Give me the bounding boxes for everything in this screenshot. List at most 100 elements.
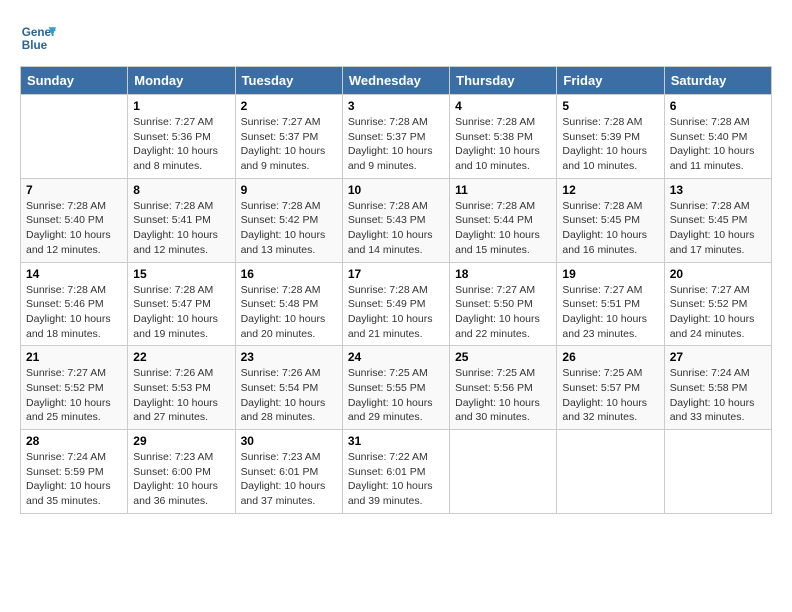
calendar-cell: 2 Sunrise: 7:27 AM Sunset: 5:37 PM Daylig… <box>235 95 342 179</box>
calendar-cell <box>21 95 128 179</box>
day-number: 1 <box>133 99 229 113</box>
day-info: Sunrise: 7:25 AM Sunset: 5:55 PM Dayligh… <box>348 366 444 425</box>
day-info: Sunrise: 7:27 AM Sunset: 5:36 PM Dayligh… <box>133 115 229 174</box>
day-info: Sunrise: 7:28 AM Sunset: 5:47 PM Dayligh… <box>133 283 229 342</box>
day-info: Sunrise: 7:28 AM Sunset: 5:44 PM Dayligh… <box>455 199 551 258</box>
day-number: 15 <box>133 267 229 281</box>
day-number: 10 <box>348 183 444 197</box>
day-number: 11 <box>455 183 551 197</box>
svg-text:Blue: Blue <box>22 39 48 52</box>
day-info: Sunrise: 7:28 AM Sunset: 5:48 PM Dayligh… <box>241 283 337 342</box>
calendar-cell: 13Sunrise: 7:28 AM Sunset: 5:45 PM Dayli… <box>664 178 771 262</box>
day-number: 4 <box>455 99 551 113</box>
calendar-cell: 14 Sunrise: 7:28 AM Sunset: 5:46 PM Dayli… <box>21 262 128 346</box>
day-number: 14 <box>26 267 122 281</box>
day-info: Sunrise: 7:25 AM Sunset: 5:57 PM Dayligh… <box>562 366 658 425</box>
day-number: 18 <box>455 267 551 281</box>
day-info: Sunrise: 7:23 AM Sunset: 6:01 PM Dayligh… <box>241 450 337 509</box>
day-info: Sunrise: 7:28 AM Sunset: 5:43 PM Dayligh… <box>348 199 444 258</box>
day-number: 20 <box>670 267 766 281</box>
calendar-cell: 5 Sunrise: 7:28 AM Sunset: 5:39 PM Daylig… <box>557 95 664 179</box>
calendar-cell: 1 Sunrise: 7:27 AM Sunset: 5:36 PM Daylig… <box>128 95 235 179</box>
day-number: 19 <box>562 267 658 281</box>
calendar-cell <box>450 430 557 514</box>
day-info: Sunrise: 7:25 AM Sunset: 5:56 PM Dayligh… <box>455 366 551 425</box>
day-number: 17 <box>348 267 444 281</box>
day-info: Sunrise: 7:27 AM Sunset: 5:52 PM Dayligh… <box>670 283 766 342</box>
calendar-cell: 18 Sunrise: 7:27 AM Sunset: 5:50 PM Dayli… <box>450 262 557 346</box>
day-info: Sunrise: 7:26 AM Sunset: 5:54 PM Dayligh… <box>241 366 337 425</box>
calendar-cell: 6 Sunrise: 7:28 AM Sunset: 5:40 PM Daylig… <box>664 95 771 179</box>
day-info: Sunrise: 7:28 AM Sunset: 5:45 PM Dayligh… <box>562 199 658 258</box>
calendar-cell: 23 Sunrise: 7:26 AM Sunset: 5:54 PM Dayli… <box>235 346 342 430</box>
weekday-header-thursday: Thursday <box>450 67 557 95</box>
calendar-cell: 20 Sunrise: 7:27 AM Sunset: 5:52 PM Dayli… <box>664 262 771 346</box>
day-number: 2 <box>241 99 337 113</box>
day-info: Sunrise: 7:24 AM Sunset: 5:59 PM Dayligh… <box>26 450 122 509</box>
day-info: Sunrise: 7:24 AM Sunset: 5:58 PM Dayligh… <box>670 366 766 425</box>
day-number: 5 <box>562 99 658 113</box>
day-number: 30 <box>241 434 337 448</box>
day-info: Sunrise: 7:27 AM Sunset: 5:50 PM Dayligh… <box>455 283 551 342</box>
calendar-cell: 21 Sunrise: 7:27 AM Sunset: 5:52 PM Dayli… <box>21 346 128 430</box>
day-number: 21 <box>26 350 122 364</box>
weekday-header-tuesday: Tuesday <box>235 67 342 95</box>
calendar-week-1: 1 Sunrise: 7:27 AM Sunset: 5:36 PM Daylig… <box>21 95 772 179</box>
day-number: 8 <box>133 183 229 197</box>
day-info: Sunrise: 7:28 AM Sunset: 5:46 PM Dayligh… <box>26 283 122 342</box>
calendar-cell: 16 Sunrise: 7:28 AM Sunset: 5:48 PM Dayli… <box>235 262 342 346</box>
calendar-cell: 28 Sunrise: 7:24 AM Sunset: 5:59 PM Dayli… <box>21 430 128 514</box>
day-number: 27 <box>670 350 766 364</box>
calendar-cell: 29Sunrise: 7:23 AM Sunset: 6:00 PM Dayli… <box>128 430 235 514</box>
calendar-cell: 27 Sunrise: 7:24 AM Sunset: 5:58 PM Dayli… <box>664 346 771 430</box>
calendar-cell: 15 Sunrise: 7:28 AM Sunset: 5:47 PM Dayli… <box>128 262 235 346</box>
calendar-cell: 26 Sunrise: 7:25 AM Sunset: 5:57 PM Dayli… <box>557 346 664 430</box>
calendar-week-2: 7Sunrise: 7:28 AM Sunset: 5:40 PM Daylig… <box>21 178 772 262</box>
day-info: Sunrise: 7:28 AM Sunset: 5:40 PM Dayligh… <box>670 115 766 174</box>
day-number: 25 <box>455 350 551 364</box>
weekday-header-row: SundayMondayTuesdayWednesdayThursdayFrid… <box>21 67 772 95</box>
day-number: 31 <box>348 434 444 448</box>
weekday-header-friday: Friday <box>557 67 664 95</box>
day-info: Sunrise: 7:28 AM Sunset: 5:49 PM Dayligh… <box>348 283 444 342</box>
day-info: Sunrise: 7:23 AM Sunset: 6:00 PM Dayligh… <box>133 450 229 509</box>
calendar-cell: 30 Sunrise: 7:23 AM Sunset: 6:01 PM Dayli… <box>235 430 342 514</box>
day-info: Sunrise: 7:28 AM Sunset: 5:39 PM Dayligh… <box>562 115 658 174</box>
calendar-table: SundayMondayTuesdayWednesdayThursdayFrid… <box>20 66 772 514</box>
calendar-cell: 4Sunrise: 7:28 AM Sunset: 5:38 PM Daylig… <box>450 95 557 179</box>
day-number: 7 <box>26 183 122 197</box>
day-number: 6 <box>670 99 766 113</box>
weekday-header-wednesday: Wednesday <box>342 67 449 95</box>
calendar-cell: 11 Sunrise: 7:28 AM Sunset: 5:44 PM Dayli… <box>450 178 557 262</box>
day-number: 9 <box>241 183 337 197</box>
calendar-week-5: 28 Sunrise: 7:24 AM Sunset: 5:59 PM Dayli… <box>21 430 772 514</box>
day-number: 26 <box>562 350 658 364</box>
weekday-header-monday: Monday <box>128 67 235 95</box>
calendar-cell <box>557 430 664 514</box>
calendar-cell <box>664 430 771 514</box>
day-number: 28 <box>26 434 122 448</box>
calendar-cell: 25 Sunrise: 7:25 AM Sunset: 5:56 PM Dayli… <box>450 346 557 430</box>
logo-icon: General Blue <box>20 20 56 56</box>
day-info: Sunrise: 7:27 AM Sunset: 5:37 PM Dayligh… <box>241 115 337 174</box>
day-info: Sunrise: 7:28 AM Sunset: 5:42 PM Dayligh… <box>241 199 337 258</box>
day-number: 16 <box>241 267 337 281</box>
day-number: 13 <box>670 183 766 197</box>
page-header: General Blue <box>20 20 772 56</box>
calendar-cell: 9 Sunrise: 7:28 AM Sunset: 5:42 PM Daylig… <box>235 178 342 262</box>
calendar-cell: 31Sunrise: 7:22 AM Sunset: 6:01 PM Dayli… <box>342 430 449 514</box>
logo: General Blue <box>20 20 60 56</box>
calendar-week-3: 14 Sunrise: 7:28 AM Sunset: 5:46 PM Dayli… <box>21 262 772 346</box>
day-info: Sunrise: 7:28 AM Sunset: 5:37 PM Dayligh… <box>348 115 444 174</box>
day-number: 22 <box>133 350 229 364</box>
calendar-cell: 19Sunrise: 7:27 AM Sunset: 5:51 PM Dayli… <box>557 262 664 346</box>
day-number: 23 <box>241 350 337 364</box>
calendar-cell: 3Sunrise: 7:28 AM Sunset: 5:37 PM Daylig… <box>342 95 449 179</box>
day-info: Sunrise: 7:26 AM Sunset: 5:53 PM Dayligh… <box>133 366 229 425</box>
calendar-cell: 7Sunrise: 7:28 AM Sunset: 5:40 PM Daylig… <box>21 178 128 262</box>
weekday-header-sunday: Sunday <box>21 67 128 95</box>
calendar-cell: 22 Sunrise: 7:26 AM Sunset: 5:53 PM Dayli… <box>128 346 235 430</box>
calendar-cell: 8Sunrise: 7:28 AM Sunset: 5:41 PM Daylig… <box>128 178 235 262</box>
calendar-body: 1 Sunrise: 7:27 AM Sunset: 5:36 PM Daylig… <box>21 95 772 514</box>
day-info: Sunrise: 7:27 AM Sunset: 5:52 PM Dayligh… <box>26 366 122 425</box>
